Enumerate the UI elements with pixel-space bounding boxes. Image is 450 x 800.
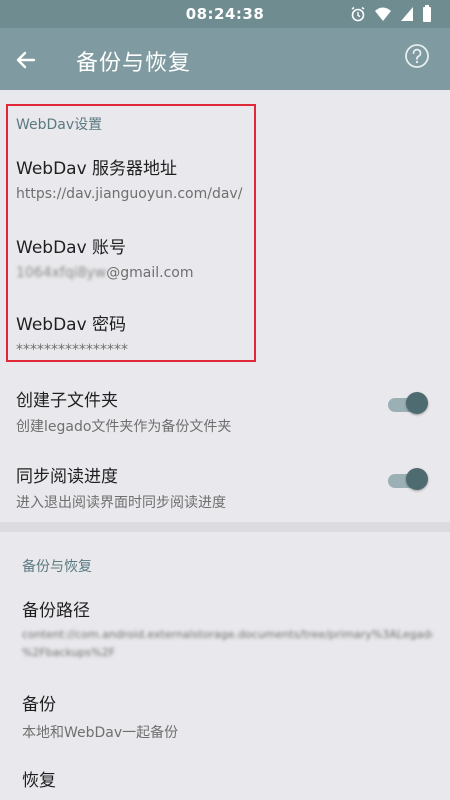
pref-summary: 1064xfqi8yw@gmail.com [16,265,194,281]
pref-webdav-server[interactable]: WebDav 服务器地址 https://dav.jianguoyun.com/… [0,146,450,212]
status-bar: 08:24:38 [0,0,450,28]
pref-webdav-password[interactable]: WebDav 密码 **************** [0,302,450,368]
pref-title: 同步阅读进度 [16,467,118,487]
toggle-thumb [406,468,428,490]
pref-summary-line2: %2Fbackups%2F [22,646,116,659]
pref-webdav-account[interactable]: WebDav 账号 1064xfqi8yw@gmail.com [0,225,450,291]
pref-summary: 进入退出阅读界面时同步阅读进度 [16,495,226,511]
app-bar: 备份与恢复 [0,28,450,90]
email-domain: @gmail.com [106,265,194,281]
pref-title: 备份路径 [22,601,90,621]
pref-summary-line1: content://com.android.externalstorage.do… [22,628,432,641]
pref-title: WebDav 账号 [16,238,127,258]
help-icon[interactable] [404,43,430,69]
section-header-webdav: WebDav设置 [16,117,103,133]
pref-sync-progress[interactable]: 同步阅读进度 进入退出阅读界面时同步阅读进度 [0,454,450,524]
wifi-icon [375,7,391,21]
status-icons [350,5,432,23]
sync-progress-toggle[interactable] [388,468,428,490]
alarm-icon [351,6,365,22]
pref-title: 备份 [22,695,56,715]
back-arrow-icon[interactable] [14,48,38,72]
section-header-backup: 备份与恢复 [22,559,92,575]
pref-restore[interactable]: 恢复 [0,758,450,800]
masked-username: 1064xfqi8yw [16,265,107,281]
pref-create-subfolder[interactable]: 创建子文件夹 创建legado文件夹作为备份文件夹 [0,378,450,448]
pref-backup[interactable]: 备份 本地和WebDav一起备份 [0,682,450,752]
section-divider [0,522,450,532]
pref-summary: **************** [16,342,128,358]
battery-icon [423,5,431,22]
settings-list: WebDav设置 WebDav 服务器地址 https://dav.jiangu… [0,90,450,800]
pref-title: 创建子文件夹 [16,391,118,411]
pref-summary: 本地和WebDav一起备份 [22,725,179,741]
signal-icon [401,7,413,21]
page-title: 备份与恢复 [76,51,192,76]
pref-title: WebDav 服务器地址 [16,159,178,179]
toggle-thumb [406,392,428,414]
subfolder-toggle[interactable] [388,392,428,414]
pref-summary: 创建legado文件夹作为备份文件夹 [16,419,232,435]
pref-title: WebDav 密码 [16,315,127,335]
pref-backup-path[interactable]: 备份路径 content://com.android.externalstora… [0,588,450,672]
pref-title: 恢复 [22,771,56,791]
pref-summary: https://dav.jianguoyun.com/dav/ [16,186,243,202]
